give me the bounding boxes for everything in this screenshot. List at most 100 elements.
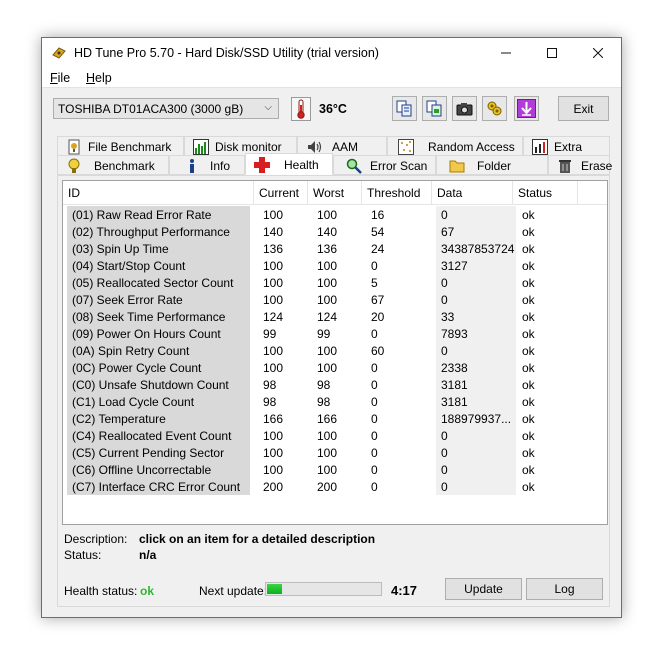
tab-file-benchmark[interactable]: File Benchmark [57,136,184,156]
options-button[interactable] [482,96,507,121]
smart-attributes-table[interactable]: ID Current Worst Threshold Data Status (… [62,180,608,525]
next-update-label: Next update: [199,584,268,598]
table-row[interactable]: (0C) Power Cycle Count 100 100 0 2338 ok [63,359,603,376]
column-header-worst[interactable]: Worst [308,181,362,205]
cell-id: (C6) Offline Uncorrectable [67,461,250,478]
cell-threshold: 5 [371,276,378,290]
cell-data: 0 [436,291,516,308]
cell-id: (01) Raw Read Error Rate [67,206,250,223]
cell-worst: 100 [317,276,338,290]
tab-health[interactable]: Health [245,153,333,175]
tab-label: Random Access [428,140,515,154]
tab-info[interactable]: Info [169,155,245,175]
copy-screen-button[interactable] [422,96,447,121]
cell-data: 0 [436,461,516,478]
cell-status: ok [522,446,535,460]
copy-info-button[interactable] [392,96,417,121]
cell-current: 100 [263,293,284,307]
tab-label: AAM [332,140,359,154]
hd-tune-app-icon [52,47,66,59]
cell-status: ok [522,378,535,392]
cell-status: ok [522,225,535,239]
cell-data: 0 [436,427,516,444]
folder-icon [449,160,465,173]
table-row[interactable]: (07) Seek Error Rate 100 100 67 0 ok [63,291,603,308]
update-button[interactable]: Update [445,578,522,600]
cell-data: 33 [436,308,516,325]
column-header-status[interactable]: Status [513,181,578,205]
save-down-button[interactable] [514,96,539,121]
menu-help[interactable]: Help [86,71,112,85]
cell-threshold: 0 [371,361,378,375]
tab-label: File Benchmark [88,140,172,154]
table-row[interactable]: (C2) Temperature 166 166 0 188979937... ok [63,410,603,427]
cell-id: (C4) Reallocated Event Count [67,427,250,444]
tab-random-access[interactable]: Random Access [387,136,523,156]
cell-id: (02) Throughput Performance [67,223,250,240]
table-row[interactable]: (C0) Unsafe Shutdown Count 98 98 0 3181 ok [63,376,603,393]
table-row[interactable]: (C7) Interface CRC Error Count 200 200 0 0 ok [63,478,603,495]
drive-select[interactable]: TOSHIBA DT01ACA300 (3000 gB) ⌵ [53,98,279,119]
cell-worst: 99 [317,327,331,341]
table-row[interactable]: (03) Spin Up Time 136 136 24 34387853724 ok [63,240,603,257]
cell-status: ok [522,395,535,409]
cell-threshold: 60 [371,344,385,358]
options-icon [487,101,502,116]
cell-status: ok [522,293,535,307]
table-row[interactable]: (C4) Reallocated Event Count 100 100 0 0 ok [63,427,603,444]
cell-id: (04) Start/Stop Count [67,257,250,274]
column-header-current[interactable]: Current [254,181,308,205]
cell-status: ok [522,463,535,477]
trash-icon [559,160,571,173]
table-row[interactable]: (0A) Spin Retry Count 100 100 60 0 ok [63,342,603,359]
table-row[interactable]: (C6) Offline Uncorrectable 100 100 0 0 ok [63,461,603,478]
menu-file[interactable]: File [50,71,70,85]
cell-current: 99 [263,327,277,341]
description-label: Description: [64,532,128,546]
tab-label: Info [210,159,231,173]
column-header-id[interactable]: ID [63,181,254,205]
cell-worst: 200 [317,480,338,494]
cell-threshold: 0 [371,395,378,409]
tab-error-scan[interactable]: Error Scan [333,155,436,175]
cell-data: 67 [436,223,516,240]
column-header-threshold[interactable]: Threshold [362,181,432,205]
cell-id: (C7) Interface CRC Error Count [67,478,250,495]
cell-current: 100 [263,344,284,358]
table-row[interactable]: (09) Power On Hours Count 99 99 0 7893 ok [63,325,603,342]
close-button[interactable] [575,38,621,68]
tab-benchmark[interactable]: Benchmark [57,155,169,175]
screenshot-camera-button[interactable] [452,96,477,121]
cell-status: ok [522,259,535,273]
cell-id: (0C) Power Cycle Count [67,359,250,376]
screenshot-camera-icon [456,103,473,116]
column-header-data[interactable]: Data [432,181,513,205]
table-row[interactable]: (C1) Load Cycle Count 98 98 0 3181 ok [63,393,603,410]
cell-worst: 140 [317,225,338,239]
tab-extra-tests[interactable]: Extra tests [523,136,610,168]
minimize-button[interactable] [483,38,529,68]
tab-erase[interactable]: Erase [548,155,612,175]
tab-label: Error Scan [370,159,428,173]
tab-label: Disk monitor [215,140,282,154]
table-row[interactable]: (08) Seek Time Performance 124 124 20 33 ok [63,308,603,325]
cell-id: (05) Reallocated Sector Count [67,274,250,291]
title-bar[interactable]: HD Tune Pro 5.70 - Hard Disk/SSD Utility… [42,38,621,68]
cell-worst: 166 [317,412,338,426]
log-button[interactable]: Log [526,578,603,600]
table-row[interactable]: (04) Start/Stop Count 100 100 0 3127 ok [63,257,603,274]
table-row[interactable]: (C5) Current Pending Sector 100 100 0 0 ok [63,444,603,461]
maximize-button[interactable] [529,38,575,68]
cell-id: (C1) Load Cycle Count [67,393,250,410]
table-row[interactable]: (05) Reallocated Sector Count 100 100 5 0 ok [63,274,603,291]
maximize-icon [547,48,557,58]
cell-current: 200 [263,480,284,494]
table-row[interactable]: (02) Throughput Performance 140 140 54 67 ok [63,223,603,240]
tab-folder-usage[interactable]: Folder Usage [436,155,548,187]
cell-data: 3127 [436,257,516,274]
cell-status: ok [522,344,535,358]
table-row[interactable]: (01) Raw Read Error Rate 100 100 16 0 ok [63,206,603,223]
exit-button[interactable]: Exit [558,96,609,121]
cell-worst: 124 [317,310,338,324]
cell-current: 140 [263,225,284,239]
